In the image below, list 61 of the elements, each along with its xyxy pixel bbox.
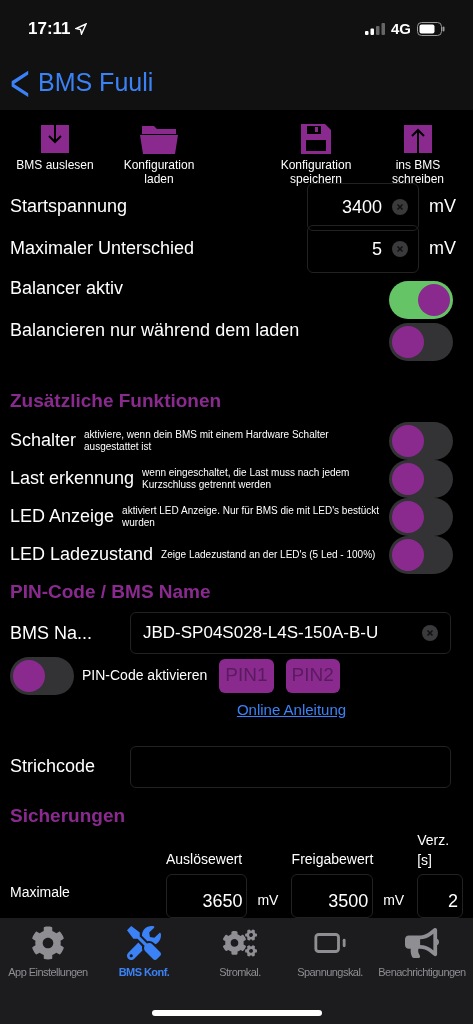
clear-icon[interactable] bbox=[392, 241, 408, 258]
toggle-switch[interactable] bbox=[389, 421, 453, 460]
toggle-switch[interactable] bbox=[389, 459, 453, 498]
online-guide-link[interactable]: Online Anleitung bbox=[236, 699, 347, 722]
tools-icon bbox=[127, 926, 161, 960]
bms-name-field[interactable]: JBD-SP04S028-L4S-150A-B-U bbox=[130, 612, 451, 655]
column-header: Freigabewert bbox=[291, 850, 375, 869]
megaphone-icon bbox=[405, 926, 439, 960]
tab-bar-item[interactable]: App Einstellungen bbox=[0, 926, 96, 981]
tab-bar-item[interactable]: Stromkal. bbox=[192, 926, 288, 981]
switch-label: Last erkennung bbox=[10, 467, 135, 491]
section-heading: PIN-Code / BMS Name bbox=[10, 579, 212, 604]
location-arrow-icon bbox=[74, 23, 87, 35]
hint-text: Zeige Ladezustand an der LED's (5 Led - 100%) bbox=[161, 548, 377, 561]
battery-status-icon bbox=[417, 22, 445, 36]
tab-bar-item[interactable]: BMS Konf. bbox=[96, 926, 192, 981]
section-heading: Zusätzliche Funktionen bbox=[10, 389, 223, 414]
toggle-switch[interactable] bbox=[389, 323, 453, 362]
column-header: Auslösewert bbox=[166, 850, 244, 869]
unit-text: mV bbox=[256, 891, 280, 910]
unit-text: mV bbox=[428, 195, 457, 219]
toggle-switch[interactable] bbox=[389, 497, 453, 536]
switch-label: Balancer aktiv bbox=[10, 277, 125, 301]
field-label: Startspannung bbox=[10, 195, 129, 219]
tab-bar-item[interactable]: Benachrichtigungen bbox=[372, 926, 472, 981]
unit-text: mV bbox=[382, 891, 406, 910]
toggle-switch[interactable] bbox=[389, 535, 453, 574]
number-field[interactable]: 3400 bbox=[307, 183, 419, 232]
switch-label: Balancieren nur während dem laden bbox=[10, 319, 301, 343]
hint-text: aktiviere, wenn dein BMS mit einem Hardware Schalter ausgestattet ist bbox=[84, 428, 330, 453]
column-header: Verz. [s] bbox=[417, 831, 451, 870]
back-button[interactable]: < bbox=[10, 57, 30, 109]
switch-label: LED Ladezustand bbox=[10, 543, 154, 567]
toggle-switch[interactable] bbox=[10, 656, 74, 695]
toolbar-button[interactable]: Konfiguration speichern bbox=[271, 120, 361, 186]
field-label: Strichcode bbox=[10, 755, 97, 778]
hint-text: wenn eingeschaltet, die Last muss nach jedem Kurzschluss getrennt werden bbox=[142, 466, 351, 491]
switch-label: Schalter bbox=[10, 429, 77, 453]
clear-icon[interactable] bbox=[392, 199, 408, 216]
switch-label: LED Anzeige bbox=[10, 505, 115, 529]
tab-bar-item[interactable]: Spannungskal. bbox=[288, 926, 372, 981]
clear-icon[interactable] bbox=[422, 625, 438, 642]
toolbar-button[interactable]: Konfiguration laden bbox=[114, 120, 204, 186]
clock-text: 17:11 bbox=[28, 18, 71, 41]
folder-icon bbox=[140, 124, 178, 154]
toolbar-button[interactable]: BMS auslesen bbox=[10, 120, 100, 172]
barcode-field[interactable] bbox=[130, 745, 451, 788]
unit-text: mV bbox=[428, 237, 457, 261]
signal-icon bbox=[365, 23, 385, 35]
field-label: BMS Na... bbox=[10, 621, 94, 645]
switch-label: PIN-Code aktivieren bbox=[82, 666, 208, 685]
hint-text: aktiviert LED Anzeige. Nur für BMS die mit LED's bestückt wurden bbox=[122, 504, 381, 529]
section-heading: Sicherungen bbox=[10, 803, 127, 828]
settings-icon bbox=[31, 926, 65, 960]
network-text: 4G bbox=[391, 18, 411, 39]
toggle-switch[interactable] bbox=[389, 281, 453, 320]
page-title: BMS Fuuli bbox=[38, 67, 154, 99]
row-label: Maximale bbox=[10, 883, 71, 902]
toolbar-button[interactable]: ins BMS schreiben bbox=[373, 120, 463, 186]
field-label: Maximaler Unterschied bbox=[10, 237, 196, 261]
number-field[interactable]: 5 bbox=[307, 225, 419, 274]
